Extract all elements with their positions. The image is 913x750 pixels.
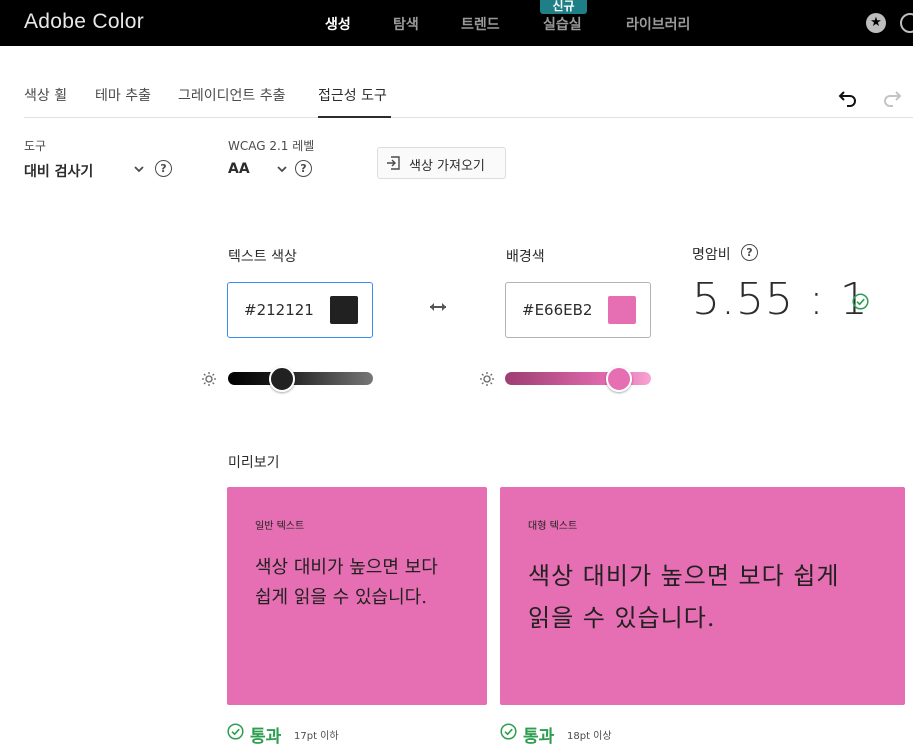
bg-brightness-slider-thumb[interactable]: [605, 366, 632, 392]
active-tab-indicator: [318, 116, 391, 118]
large-text-status: 통과: [523, 727, 555, 747]
tool-select[interactable]: 대비 검사기: [24, 161, 93, 181]
import-colors-button[interactable]: 색상 가져오기: [377, 147, 506, 179]
tab-accessibility[interactable]: 접근성 도구: [318, 85, 387, 105]
preview-label: 미리보기: [228, 455, 280, 471]
tab-extract-gradient[interactable]: 그레이디언트 추출: [178, 85, 286, 105]
top-bar: Adobe Color 생성 탐색 트렌드 실습실 신규 라이브러리 ★: [0, 0, 913, 46]
large-text-caption: 대형 텍스트: [528, 521, 578, 532]
brand-logo[interactable]: Adobe Color: [24, 10, 144, 34]
import-icon: [387, 156, 400, 170]
tab-color-wheel[interactable]: 색상 휠: [24, 85, 67, 105]
nav-create[interactable]: 생성: [325, 14, 351, 34]
import-label: 색상 가져오기: [409, 159, 485, 174]
tabs-divider: [24, 117, 913, 118]
check-circle-icon: [852, 293, 869, 310]
tool-label: 도구: [24, 139, 47, 153]
help-icon[interactable]: ?: [741, 244, 758, 261]
bg-color-label: 배경색: [506, 249, 545, 265]
wcag-label: WCAG 2.1 레벨: [228, 139, 315, 153]
text-color-field[interactable]: #212121: [227, 282, 373, 338]
new-badge: 신규: [540, 0, 587, 14]
contrast-ratio-label: 명암비: [692, 247, 731, 263]
sun-icon: [480, 372, 494, 386]
wcag-select[interactable]: AA: [228, 161, 250, 177]
large-text-preview-card: 대형 텍스트 색상 대비가 높으면 보다 쉽게 읽을 수 있습니다.: [500, 487, 905, 705]
normal-text-sample: 색상 대비가 높으면 보다 쉽게 읽을 수 있습니다.: [255, 557, 438, 608]
text-color-hex[interactable]: #212121: [244, 301, 314, 319]
large-text-note: 18pt 이상: [567, 731, 612, 742]
nav-trends[interactable]: 트렌드: [461, 14, 500, 34]
undo-icon[interactable]: [838, 88, 858, 108]
bg-color-hex[interactable]: #E66EB2: [522, 301, 592, 319]
nav-lab[interactable]: 실습실: [543, 14, 582, 34]
text-color-swatch[interactable]: [330, 296, 358, 324]
check-circle-icon: [500, 723, 517, 740]
check-circle-icon: [227, 723, 244, 740]
help-icon[interactable]: ?: [155, 160, 172, 177]
redo-icon[interactable]: [882, 88, 902, 108]
tab-extract-theme[interactable]: 테마 추출: [95, 85, 151, 105]
text-color-label: 텍스트 색상: [228, 249, 297, 265]
large-text-sample: 색상 대비가 높으면 보다 쉽게 읽을 수 있습니다.: [528, 562, 840, 632]
text-brightness-slider[interactable]: [228, 372, 373, 385]
bg-color-field[interactable]: #E66EB2: [505, 282, 651, 338]
normal-text-preview-card: 일반 텍스트 색상 대비가 높으면 보다 쉽게 읽을 수 있습니다.: [227, 487, 487, 705]
normal-text-note: 17pt 이하: [294, 731, 339, 742]
normal-text-status: 통과: [250, 727, 282, 747]
chevron-down-icon[interactable]: [132, 162, 146, 176]
contrast-ratio-value: 5.55 : 1: [692, 274, 869, 325]
bg-color-swatch[interactable]: [608, 296, 636, 324]
help-icon[interactable]: ?: [295, 160, 312, 177]
normal-text-caption: 일반 텍스트: [255, 521, 305, 532]
swap-icon[interactable]: [428, 300, 448, 314]
chevron-down-icon[interactable]: [275, 162, 289, 176]
moon-icon[interactable]: [900, 13, 913, 33]
nav-explore[interactable]: 탐색: [393, 14, 419, 34]
sun-icon: [202, 372, 216, 386]
nav-libraries[interactable]: 라이브러리: [626, 14, 690, 34]
star-icon[interactable]: ★: [866, 13, 886, 33]
text-brightness-slider-thumb[interactable]: [268, 366, 295, 392]
